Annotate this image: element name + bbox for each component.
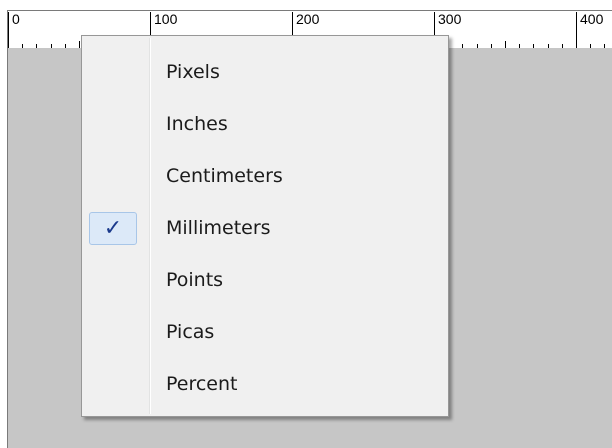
ruler-units-menu: Pixels Inches Centimeters ✓ Millimeters … <box>81 35 449 417</box>
menu-item-label: Percent <box>166 373 238 395</box>
menu-item-label: Centimeters <box>166 165 283 187</box>
ruler-label-0: 0 <box>12 11 20 27</box>
menu-item-percent[interactable]: Percent <box>84 358 446 410</box>
ruler-label-300: 300 <box>438 11 462 27</box>
menu-item-inches[interactable]: Inches <box>84 98 446 150</box>
checkmark-highlight: ✓ <box>89 212 137 245</box>
ruler-label-200: 200 <box>296 11 320 27</box>
menu-item-centimeters[interactable]: Centimeters <box>84 150 446 202</box>
menu-item-label: Inches <box>166 113 228 135</box>
menu-item-label: Millimeters <box>166 217 271 239</box>
ruler-label-400: 400 <box>580 11 604 27</box>
checkmark-icon: ✓ <box>103 216 123 241</box>
menu-item-picas[interactable]: Picas <box>84 306 446 358</box>
menu-item-label: Pixels <box>166 61 220 83</box>
menu-item-points[interactable]: Points <box>84 254 446 306</box>
ruler-label-100: 100 <box>154 11 178 27</box>
menu-item-millimeters[interactable]: ✓ Millimeters <box>84 202 446 254</box>
menu-item-label: Picas <box>166 321 215 343</box>
menu-item-pixels[interactable]: Pixels <box>84 46 446 98</box>
menu-item-label: Points <box>166 269 224 291</box>
